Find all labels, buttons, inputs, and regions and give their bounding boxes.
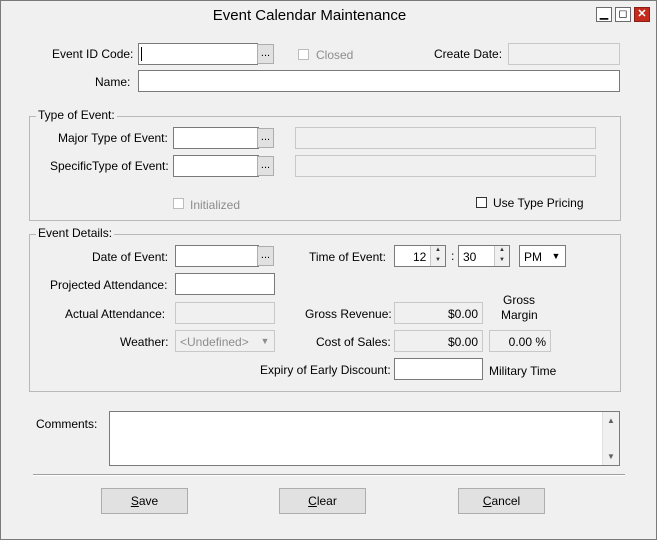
weather-label: Weather: (120, 335, 169, 349)
cost-of-sales-value: $0.00 (447, 335, 478, 349)
projected-attendance-label: Projected Attendance: (50, 278, 168, 292)
major-type-description (295, 127, 596, 149)
comments-textarea[interactable]: ▲ ▼ (109, 411, 620, 466)
spin-down-icon[interactable]: ▼ (495, 256, 509, 265)
date-of-event-label: Date of Event: (92, 250, 169, 264)
event-calendar-window: Event Calendar Maintenance ▁ ◻ ✕ Event I… (0, 0, 657, 540)
gross-revenue-field: $0.00 (394, 302, 483, 324)
initialized-label: Initialized (190, 198, 241, 212)
time-ampm-select[interactable]: PM ▼ (519, 245, 566, 267)
date-of-event-browse-button[interactable]: ... (257, 246, 274, 266)
time-minute-input[interactable]: 30 ▲ ▼ (458, 245, 510, 267)
actual-attendance-label: Actual Attendance: (65, 307, 166, 321)
comments-label: Comments: (36, 417, 98, 431)
major-type-browse-button[interactable]: ... (257, 128, 274, 148)
text-caret (141, 47, 142, 61)
minimize-icon: ▁ (599, 8, 609, 20)
cancel-label: ancel (491, 494, 521, 508)
create-date-field (508, 43, 620, 65)
button-separator (33, 474, 625, 476)
clear-label: lear (316, 494, 337, 508)
close-icon: ✕ (637, 8, 647, 20)
closed-label: Closed (316, 48, 354, 62)
specific-type-label: SpecificType of Event: (50, 159, 169, 173)
cancel-button[interactable]: Cancel (458, 488, 545, 514)
military-time-label: Military Time (489, 364, 557, 378)
create-date-label: Create Date: (434, 47, 503, 61)
expiry-early-discount-label: Expiry of Early Discount: (260, 363, 391, 377)
date-of-event-input[interactable] (175, 245, 259, 267)
save-accel: S (130, 494, 139, 508)
use-type-pricing-label: Use Type Pricing (493, 196, 584, 210)
gross-margin-label-2: Margin (501, 308, 538, 322)
event-id-label: Event ID Code: (52, 47, 134, 61)
weather-select[interactable]: <Undefined> ▼ (175, 330, 275, 352)
event-id-browse-button[interactable]: ... (257, 44, 274, 64)
clear-accel: C (308, 494, 317, 508)
major-type-label: Major Type of Event: (58, 131, 168, 145)
gross-margin-value: 0.00 % (508, 335, 546, 349)
spin-up-icon[interactable]: ▲ (431, 246, 445, 255)
save-button[interactable]: Save (101, 488, 188, 514)
event-details-title: Event Details: (36, 226, 115, 240)
time-separator: : (451, 249, 455, 263)
actual-attendance-field (175, 302, 275, 324)
cost-of-sales-label: Cost of Sales: (316, 335, 391, 349)
expiry-early-discount-input[interactable] (394, 358, 483, 380)
time-minute-spinner[interactable]: ▲ ▼ (494, 246, 509, 266)
time-of-event-label: Time of Event: (309, 250, 386, 264)
chevron-down-icon: ▼ (260, 336, 270, 346)
scroll-up-icon[interactable]: ▲ (603, 412, 619, 429)
name-input[interactable] (138, 70, 620, 92)
time-minute-value: 30 (463, 250, 477, 264)
time-hour-spinner[interactable]: ▲ ▼ (430, 246, 445, 266)
spin-up-icon[interactable]: ▲ (495, 246, 509, 255)
gross-revenue-value: $0.00 (447, 307, 478, 321)
maximize-icon: ◻ (618, 8, 628, 20)
maximize-button[interactable]: ◻ (615, 7, 631, 22)
use-type-pricing-checkbox[interactable] (476, 197, 487, 208)
time-ampm-value: PM (524, 250, 542, 264)
title-bar[interactable]: Event Calendar Maintenance ▁ ◻ ✕ (1, 1, 656, 31)
specific-type-browse-button[interactable]: ... (257, 156, 274, 176)
projected-attendance-input[interactable] (175, 273, 275, 295)
save-label: ave (138, 494, 159, 508)
clear-button[interactable]: Clear (279, 488, 366, 514)
comments-scrollbar[interactable]: ▲ ▼ (602, 412, 619, 465)
name-label: Name: (95, 75, 131, 89)
closed-checkbox[interactable] (298, 49, 309, 60)
gross-margin-label-1: Gross (503, 293, 536, 307)
time-hour-value: 12 (413, 250, 427, 264)
initialized-checkbox[interactable] (173, 198, 184, 209)
specific-type-input[interactable] (173, 155, 259, 177)
time-hour-input[interactable]: 12 ▲ ▼ (394, 245, 446, 267)
close-button[interactable]: ✕ (634, 7, 650, 22)
window-title: Event Calendar Maintenance (212, 7, 407, 24)
scroll-down-icon[interactable]: ▼ (603, 448, 619, 465)
specific-type-description (295, 155, 596, 177)
type-of-event-title: Type of Event: (36, 108, 117, 122)
spin-down-icon[interactable]: ▼ (431, 256, 445, 265)
gross-revenue-label: Gross Revenue: (305, 307, 392, 321)
gross-margin-field: 0.00 % (489, 330, 551, 352)
weather-value: <Undefined> (180, 335, 249, 349)
major-type-input[interactable] (173, 127, 259, 149)
minimize-button[interactable]: ▁ (596, 7, 612, 22)
cost-of-sales-field: $0.00 (394, 330, 483, 352)
event-id-input[interactable] (138, 43, 258, 65)
chevron-down-icon: ▼ (551, 251, 561, 261)
